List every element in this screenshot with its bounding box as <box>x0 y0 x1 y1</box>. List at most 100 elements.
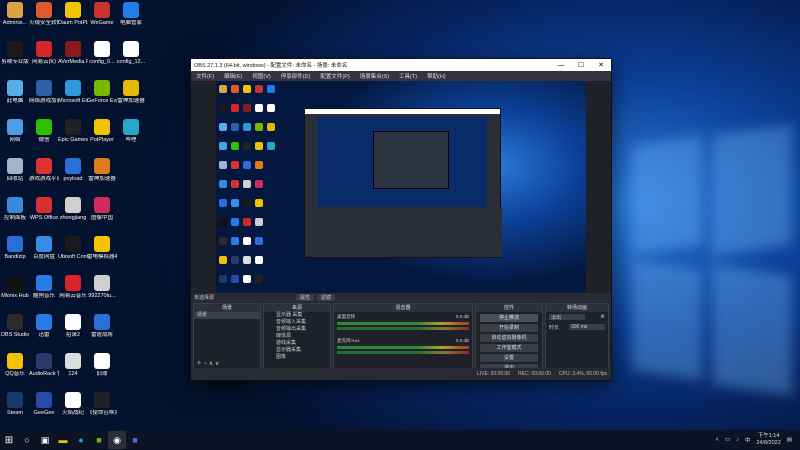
start-recording-button[interactable]: 开始录制 <box>480 324 538 332</box>
menu-tools[interactable]: 工具(T) <box>394 72 422 80</box>
preview-area[interactable] <box>191 81 611 293</box>
desktop-icon[interactable]: 哔哩 <box>116 119 146 157</box>
desktop-icon[interactable]: 网易云(K) <box>29 41 59 79</box>
filters-button[interactable]: 滤镜 <box>317 293 336 301</box>
menu-help[interactable]: 帮助(H) <box>422 72 451 80</box>
desktop-icon[interactable]: 回收站 <box>0 158 30 196</box>
desktop-icon[interactable]: config_0... <box>87 41 117 79</box>
obs-icon[interactable]: ◉ <box>108 431 126 449</box>
volume-slider[interactable] <box>337 351 469 354</box>
desktop-icon[interactable]: PotPlayer <box>87 119 117 157</box>
desktop-icon[interactable]: WPS Office <box>29 197 59 235</box>
desktop-icon[interactable]: 火焰战纪 <box>58 392 88 430</box>
network-icon[interactable]: ▭ <box>725 437 730 443</box>
desktop-icon[interactable]: zhongjiang <box>58 197 88 235</box>
windows-start-icon[interactable]: ⊞ <box>0 431 18 449</box>
studio-mode-button[interactable]: 工作室模式 <box>480 344 538 352</box>
desktop-icon[interactable]: 火绒安全软件 <box>29 2 59 40</box>
desktop-icon[interactable]: 此电脑 <box>0 80 30 118</box>
desktop-icon[interactable]: 电脑管家 <box>116 2 146 40</box>
desktop-icon[interactable]: 招录2 <box>58 314 88 352</box>
menu-profile[interactable]: 配置文件(P) <box>315 72 354 80</box>
desktop-icon[interactable]: 网络游戏加速器 <box>29 80 59 118</box>
notification-icon[interactable]: ▤ <box>787 437 792 443</box>
gear-icon[interactable]: ⚙ <box>601 314 605 320</box>
obs-titlebar[interactable]: OBS 27.1.3 (64-bit, windows) - 配置文件: 未命名… <box>191 59 611 71</box>
desktop-icon[interactable]: 微信 <box>29 119 59 157</box>
ime-icon[interactable]: 中 <box>745 436 751 444</box>
source-item[interactable]: 音频输入采集 <box>264 319 330 326</box>
desktop-icon[interactable]: Daum PotPlayer <box>58 2 88 40</box>
properties-button[interactable]: 属性 <box>296 293 315 301</box>
desktop-icon[interactable]: 雷霆战将 <box>87 314 117 352</box>
source-item[interactable]: 音频输出采集 <box>264 326 330 333</box>
desktop-icon[interactable]: 《使命召唤》战区快捷方式 <box>87 392 117 430</box>
menu-view[interactable]: 视图(V) <box>247 72 275 80</box>
desktop-icon[interactable]: Bandizip <box>0 236 30 274</box>
maximize-button[interactable]: ☐ <box>571 61 591 69</box>
desktop-icon[interactable]: 124 <box>58 353 88 391</box>
file-explorer-icon[interactable]: ▬ <box>54 431 72 449</box>
app-icon[interactable]: ■ <box>126 431 144 449</box>
settings-button[interactable]: 设置 <box>480 354 538 362</box>
desktop-icon[interactable]: Microsoft Edge <box>58 80 88 118</box>
search-icon[interactable]: ○ <box>18 431 36 449</box>
preview-icon <box>231 237 239 245</box>
minimize-button[interactable]: — <box>551 62 571 69</box>
desktop-icon[interactable]: Epic Games Launcher <box>58 119 88 157</box>
desktop-icon[interactable]: 雷神加速器 <box>87 158 117 196</box>
desktop-icon[interactable]: 雷电模拟器4 <box>87 236 117 274</box>
desktop-icon[interactable]: 游戏游戏平台 <box>29 158 59 196</box>
desktop-icon[interactable]: Adminis... <box>0 2 30 40</box>
volume-slider[interactable] <box>337 327 469 330</box>
desktop-icon[interactable]: 迅雷 <box>29 314 59 352</box>
desktop-icon[interactable]: 网易云音乐 <box>58 275 88 313</box>
desktop-icon[interactable]: WeGame <box>87 2 117 40</box>
app-icon <box>65 275 81 291</box>
desktop-icon[interactable]: OBS Studio <box>0 314 30 352</box>
desktop-icon[interactable]: Mionix Hub <box>0 275 30 313</box>
desktop-icon[interactable]: 旧球 <box>87 353 117 391</box>
desktop-icon[interactable]: AudioRack 快捷方式(2) <box>29 353 59 391</box>
source-item[interactable]: 游戏采集 <box>264 340 330 347</box>
desktop-icon[interactable]: 控制面板 <box>0 197 30 235</box>
transition-select[interactable]: 淡出 <box>549 314 585 321</box>
desktop-icon[interactable]: 雷神加速器 <box>116 80 146 118</box>
desktop-icon[interactable]: 百度网盘 <box>29 236 59 274</box>
volume-icon[interactable]: ♪ <box>736 437 739 443</box>
preview-capture <box>216 81 586 293</box>
desktop-icon[interactable]: Steam <box>0 392 30 430</box>
desktop-icon[interactable]: GeForce Experience <box>87 80 117 118</box>
nvidia-icon[interactable]: ■ <box>90 431 108 449</box>
desktop-icon[interactable]: 图像中国 <box>87 197 117 235</box>
preview-icon <box>255 180 263 188</box>
duration-input[interactable]: 300 ms <box>569 324 605 330</box>
desktop-icon[interactable]: QQ音乐 <box>0 353 30 391</box>
menu-scene-collection[interactable]: 场景集合(S) <box>355 72 394 80</box>
scene-add-controls[interactable]: ＋ − ∧ ∨ <box>196 358 219 367</box>
desktop-icon[interactable]: config_12... <box>116 41 146 79</box>
close-button[interactable]: ✕ <box>591 61 611 69</box>
desktop-icon[interactable]: GeeGee <box>29 392 59 430</box>
desktop-icon[interactable]: Ubisoft Connect <box>58 236 88 274</box>
desktop-icon[interactable]: 酷狗音乐 <box>29 275 59 313</box>
menu-docks[interactable]: 停靠部件(D) <box>276 72 316 80</box>
menu-file[interactable]: 文件(F) <box>191 72 219 80</box>
virtual-camera-button[interactable]: 启动虚拟摄像机 <box>480 334 538 342</box>
chevron-up-icon[interactable]: ˄ <box>716 437 719 443</box>
stop-streaming-button[interactable]: 停止推流 <box>480 314 538 322</box>
desktop-icon[interactable]: 992270tu... <box>87 275 117 313</box>
source-item[interactable]: 显示器采集 <box>264 347 330 354</box>
task-view-icon[interactable]: ▣ <box>36 431 54 449</box>
desktop-icon[interactable]: AVerMedia RECentral <box>58 41 88 79</box>
desktop-icon[interactable]: 网络 <box>0 119 30 157</box>
clock[interactable]: 下午1:14 24/8/2022 <box>756 433 780 447</box>
scene-item[interactable]: 场景 <box>194 312 260 319</box>
edge-icon[interactable]: ● <box>72 431 90 449</box>
desktop-icon[interactable]: pvyload <box>58 158 88 196</box>
menu-edit[interactable]: 编辑(E) <box>219 72 247 80</box>
source-item[interactable]: 图像 <box>264 354 330 361</box>
source-item[interactable]: 媒体源 <box>264 333 330 340</box>
source-item[interactable]: 显示器 采集 <box>264 312 330 319</box>
desktop-icon[interactable]: 剪映专业版 <box>0 41 30 79</box>
